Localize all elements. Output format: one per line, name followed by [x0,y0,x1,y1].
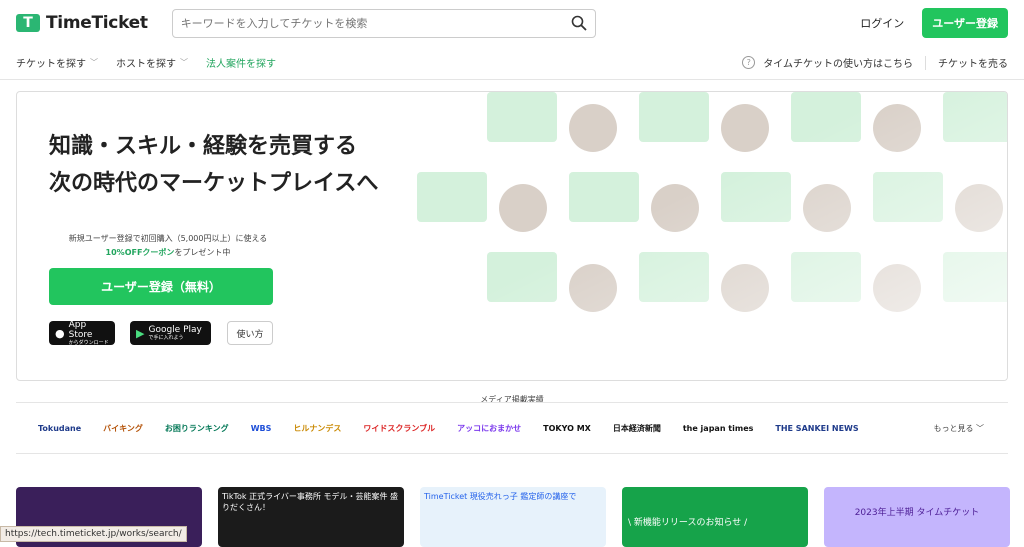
login-link[interactable]: ログイン [860,15,904,31]
nav-find-tickets[interactable]: チケットを探す ﹀ [16,55,98,70]
feature-card[interactable]: TikTok 正式ライバー事務所 モデル・芸能案件 盛りだくさん！ [218,487,404,547]
sub-navigation: チケットを探す ﹀ ホストを探す ﹀ 法人案件を探す ? タイムチケットの使い方… [0,46,1024,80]
media-logo: アッコにおまかせ [457,423,521,434]
show-more-link[interactable]: もっと見る ﹀ [933,423,984,434]
media-logo: 日本経済新聞 [613,423,661,434]
how-to-use-button[interactable]: 使い方 [227,321,273,345]
promo-text: 新規ユーザー登録で初回購入（5,000円以上）に使える 10%OFFクーポンをプ… [63,232,273,260]
media-logo: バイキング [103,423,143,434]
help-link[interactable]: タイムチケットの使い方はこちら [763,55,913,70]
media-logo: THE SANKEI NEWS [775,424,858,433]
search-icon[interactable] [571,15,587,31]
nav-find-corporate[interactable]: 法人案件を探す [206,55,276,70]
chevron-down-icon: ﹀ [180,57,188,68]
search-input[interactable] [181,17,571,30]
play-icon: ▶ [136,327,144,340]
help-icon: ? [742,56,755,69]
chevron-down-icon: ﹀ [90,57,98,68]
media-logo: ワイドスクランブル [363,423,435,434]
media-logo: TOKYO MX [543,424,591,433]
register-free-button[interactable]: ユーザー登録（無料） [49,268,273,305]
media-logo: the japan times [683,424,754,433]
logo[interactable]: T TimeTicket [16,13,148,33]
feature-card[interactable]: \ 新機能リリースのお知らせ / [622,487,808,547]
media-logo: Tokudane [38,424,81,433]
logo-text: TimeTicket [46,13,148,33]
signup-button[interactable]: ユーザー登録 [922,8,1008,38]
hero-banner: 知識・スキル・経験を売買する 次の時代のマーケットプレイスへ 新規ユーザー登録で… [16,91,1008,381]
sell-ticket-link[interactable]: チケットを売る [938,55,1008,70]
header: T TimeTicket ログイン ユーザー登録 [0,0,1024,46]
status-bar-url: https://tech.timeticket.jp/works/search/ [0,526,187,542]
divider [925,56,926,70]
nav-find-hosts[interactable]: ホストを探す ﹀ [116,55,188,70]
feature-card[interactable]: 2023年上半期 タイムチケット [824,487,1010,547]
google-play-badge[interactable]: ▶ Google Playで手に入れよう [130,321,211,345]
hero-title: 知識・スキル・経験を売買する 次の時代のマーケットプレイスへ [49,128,378,202]
media-logos: Tokudane バイキング お困りランキング WBS ヒルナンデス ワイドスクランブル ア… [16,402,1008,454]
feature-card[interactable]: TimeTicket 現役売れっ子 鑑定師の講座で [420,487,606,547]
app-store-badge[interactable]: ● App Storeからダウンロード [49,321,115,345]
apple-icon: ● [55,327,65,340]
hero-fade [417,92,1008,381]
media-logo: お困りランキング [165,423,229,434]
search-box [172,9,596,38]
media-logo: WBS [251,424,272,433]
ticket-logo-icon: T [16,14,40,32]
media-logo: ヒルナンデス [293,423,341,434]
